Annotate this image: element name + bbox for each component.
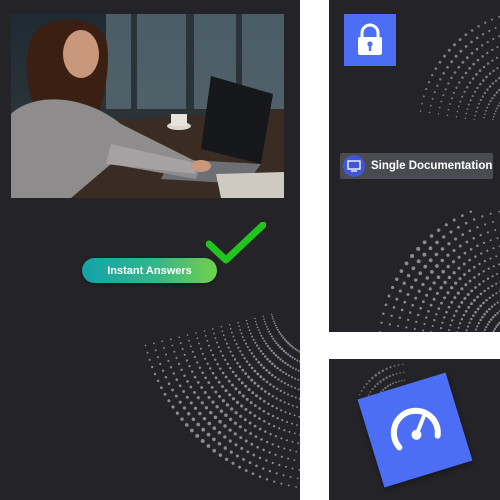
monitor-icon	[343, 155, 365, 177]
check-icon	[206, 222, 266, 264]
speedometer-icon	[390, 407, 441, 451]
lock-tile	[344, 14, 396, 66]
dot-pattern-decoration-top	[419, 15, 500, 120]
lock-icon	[358, 23, 382, 55]
photo-person-laptop	[11, 14, 284, 198]
top-right-panel: Single Documentation	[329, 0, 500, 332]
single-documentation-label: Single Documentation	[371, 160, 493, 172]
left-panel: Instant Answers	[0, 0, 300, 500]
dot-pattern-decoration	[144, 313, 300, 488]
dot-pattern-decoration-bottom	[379, 210, 500, 332]
instant-answers-label: Instant Answers	[107, 264, 192, 277]
bottom-right-panel	[329, 359, 500, 500]
single-documentation-badge: Single Documentation	[340, 153, 493, 179]
